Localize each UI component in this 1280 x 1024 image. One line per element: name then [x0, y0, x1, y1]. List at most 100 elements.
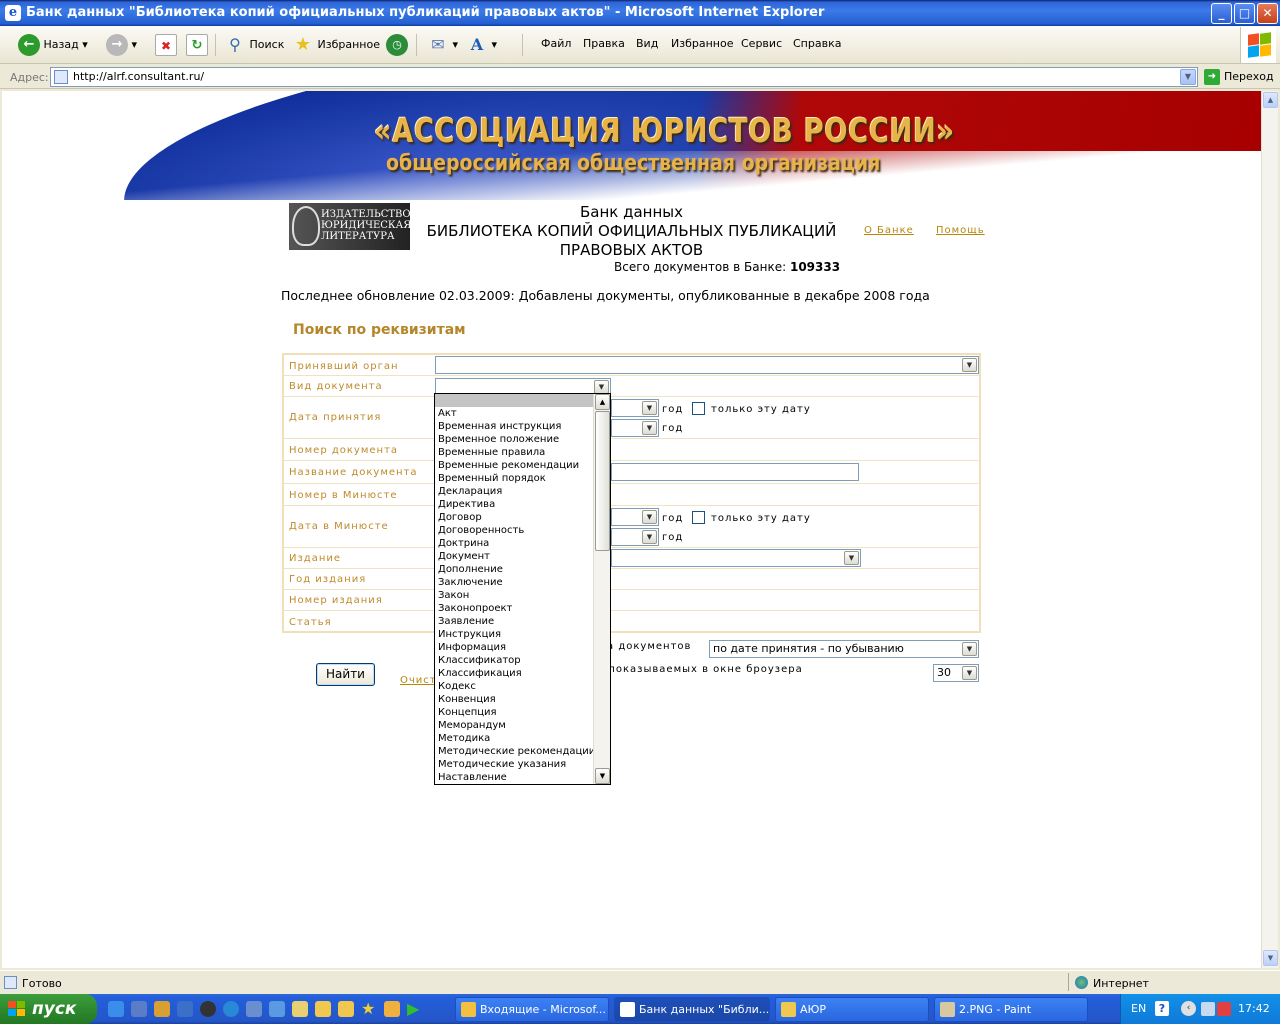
dropdown-scrollbar[interactable]: ▲ ▼: [593, 394, 610, 784]
chevron-left-icon[interactable]: ‹: [1181, 1001, 1196, 1016]
edition-select[interactable]: ▼: [611, 549, 861, 567]
dropdown-option[interactable]: Конвенция: [435, 693, 594, 706]
media-quicklaunch-icon[interactable]: [200, 1001, 216, 1017]
scroll-down-icon[interactable]: ▼: [1263, 950, 1278, 966]
dropdown-option[interactable]: Методические рекомендации: [435, 745, 595, 758]
dropdown-option[interactable]: Информация: [435, 641, 594, 654]
date-year-from-select[interactable]: ▼: [611, 399, 659, 417]
dropdown-option[interactable]: Законопроект: [435, 602, 594, 615]
dropdown-option[interactable]: Временное положение: [435, 433, 594, 446]
close-button[interactable]: ✕: [1257, 3, 1278, 24]
dropdown-option[interactable]: Меморандум: [435, 719, 594, 732]
only-date-checkbox[interactable]: [692, 402, 705, 415]
folder-quicklaunch-icon[interactable]: [315, 1001, 331, 1017]
minjust-year-from-select[interactable]: ▼: [611, 508, 659, 526]
desktop-quicklaunch-icon[interactable]: [269, 1001, 285, 1017]
network-quicklaunch-icon[interactable]: [177, 1001, 193, 1017]
menu-view[interactable]: Вид: [636, 37, 658, 50]
dropdown-option[interactable]: Временные правила: [435, 446, 594, 459]
minjust-year-to-select[interactable]: ▼: [611, 528, 659, 546]
favorites-button[interactable]: ★ Избранное: [292, 32, 380, 58]
dropdown-option[interactable]: Договор: [435, 511, 594, 524]
scroll-up-icon[interactable]: ▲: [1263, 92, 1278, 108]
forward-button[interactable]: → ▾: [106, 32, 137, 58]
task-paint[interactable]: 2.PNG - Paint: [934, 997, 1088, 1022]
clock-quicklaunch-icon[interactable]: [384, 1001, 400, 1017]
notes-quicklaunch-icon[interactable]: [292, 1001, 308, 1017]
maximize-button[interactable]: □: [1234, 3, 1255, 24]
dropdown-option[interactable]: [435, 394, 594, 407]
clear-link[interactable]: Очист: [400, 675, 437, 686]
task-ie-window[interactable]: Банк данных "Библи...: [614, 997, 770, 1022]
history-button[interactable]: ◷: [386, 32, 408, 58]
minjust-only-date-checkbox[interactable]: [692, 511, 705, 524]
scroll-up-icon[interactable]: ▲: [595, 394, 610, 410]
sort-select[interactable]: по дате принятия - по убыванию ▼: [709, 640, 979, 658]
task-inbox[interactable]: Входящие - Microsof...: [455, 997, 609, 1022]
folder2-quicklaunch-icon[interactable]: [338, 1001, 354, 1017]
dropdown-option[interactable]: Классификация: [435, 667, 594, 680]
address-input[interactable]: http://alrf.consultant.ru/ ▼: [50, 67, 1198, 87]
dropdown-option[interactable]: Документ: [435, 550, 594, 563]
chevron-down-icon: ▼: [962, 642, 977, 656]
doc-name-input[interactable]: [611, 463, 859, 481]
chevron-down-icon[interactable]: ▼: [1180, 69, 1196, 85]
tray-app-icon[interactable]: [1201, 1002, 1215, 1016]
menu-tools[interactable]: Сервис: [741, 37, 782, 50]
dropdown-option[interactable]: Договоренность: [435, 524, 594, 537]
dropdown-option[interactable]: Классификатор: [435, 654, 594, 667]
scroll-thumb[interactable]: [595, 411, 610, 551]
dropdown-option[interactable]: Заявление: [435, 615, 594, 628]
star-quicklaunch-icon[interactable]: ★: [361, 1001, 377, 1017]
dropdown-option[interactable]: Доктрина: [435, 537, 594, 550]
dropdown-option[interactable]: Закон: [435, 589, 594, 602]
organ-select[interactable]: ▼: [435, 356, 979, 374]
dropdown-option[interactable]: Методика: [435, 732, 594, 745]
back-button[interactable]: ← Назад ▾: [18, 32, 88, 58]
search-button[interactable]: ⚲ Поиск: [224, 32, 284, 58]
user-quicklaunch-icon[interactable]: [154, 1001, 170, 1017]
dropdown-option[interactable]: Инструкция: [435, 628, 594, 641]
ie2-quicklaunch-icon[interactable]: [223, 1001, 239, 1017]
font-size-button[interactable]: A ▾: [466, 32, 497, 58]
date-year-to-select[interactable]: ▼: [611, 419, 659, 437]
dropdown-option[interactable]: Временные рекомендации: [435, 459, 594, 472]
menu-favorites[interactable]: Избранное: [671, 37, 733, 50]
dropdown-option[interactable]: Заключение: [435, 576, 594, 589]
refresh-button[interactable]: ↻: [186, 32, 208, 58]
start-button[interactable]: пуск: [0, 994, 97, 1024]
about-link[interactable]: О Банке: [864, 225, 914, 236]
dropdown-option[interactable]: Временный порядок: [435, 472, 594, 485]
doctype-dropdown-list[interactable]: Акт Временная инструкция Временное положен…: [434, 393, 611, 785]
task-folder[interactable]: АЮР: [775, 997, 929, 1022]
menu-edit[interactable]: Правка: [583, 37, 625, 50]
mail-button[interactable]: ✉ ▾: [427, 32, 458, 58]
scroll-down-icon[interactable]: ▼: [595, 768, 610, 784]
perpage-select[interactable]: 30 ▼: [933, 664, 979, 682]
outlook-quicklaunch-icon[interactable]: [131, 1001, 147, 1017]
dropdown-option[interactable]: Методические указания: [435, 758, 594, 771]
help-icon[interactable]: ?: [1155, 1001, 1169, 1016]
messenger-quicklaunch-icon[interactable]: [246, 1001, 262, 1017]
dropdown-option[interactable]: Директива: [435, 498, 594, 511]
dropdown-option[interactable]: Дополнение: [435, 563, 594, 576]
ie-quicklaunch-icon[interactable]: [108, 1001, 124, 1017]
dropdown-option[interactable]: Концепция: [435, 706, 594, 719]
play-quicklaunch-icon[interactable]: ▶: [407, 1001, 423, 1017]
dropdown-option[interactable]: Акт: [435, 407, 594, 420]
dropdown-option[interactable]: Наставление: [435, 771, 594, 784]
tray-security-icon[interactable]: [1217, 1002, 1231, 1016]
dropdown-option[interactable]: Временная инструкция: [435, 420, 594, 433]
minimize-button[interactable]: _: [1211, 3, 1232, 24]
dropdown-option[interactable]: Кодекс: [435, 680, 594, 693]
stop-button[interactable]: ✖: [155, 32, 177, 58]
find-button[interactable]: Найти: [316, 663, 375, 686]
page-scrollbar[interactable]: ▲ ▼: [1261, 91, 1278, 968]
help-link[interactable]: Помощь: [936, 225, 985, 236]
go-button[interactable]: ➜ Переход: [1204, 69, 1274, 85]
language-indicator[interactable]: EN: [1131, 1002, 1146, 1015]
window-title-bar[interactable]: e Банк данных "Библиотека копий официаль…: [0, 0, 1280, 26]
menu-help[interactable]: Справка: [793, 37, 841, 50]
menu-file[interactable]: Файл: [541, 37, 571, 50]
dropdown-option[interactable]: Декларация: [435, 485, 594, 498]
